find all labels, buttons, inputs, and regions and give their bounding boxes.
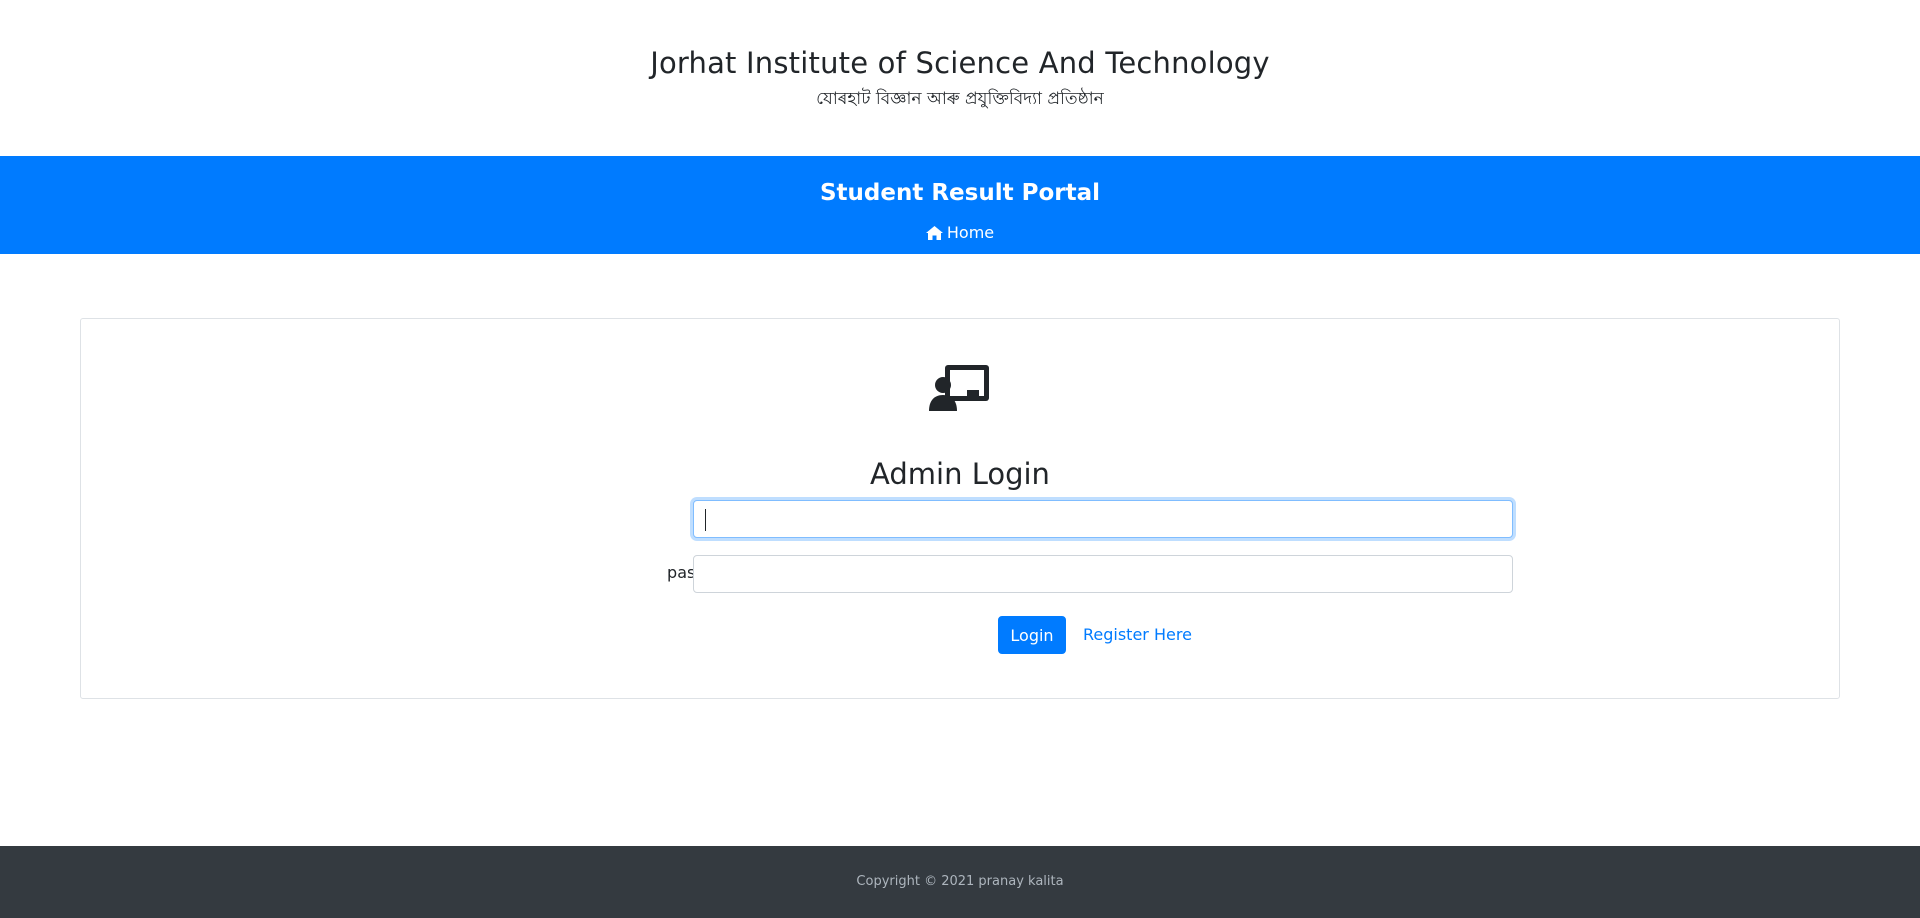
site-header: Jorhat Institute of Science And Technolo… — [0, 0, 1920, 156]
home-link-content[interactable]: Home — [925, 223, 995, 242]
login-button[interactable]: Login — [998, 616, 1066, 654]
home-label: Home — [946, 223, 995, 242]
copyright-text: Copyright © 2021 pranay kalita — [856, 874, 1064, 889]
admin-login-heading: Admin Login — [870, 457, 1050, 491]
institute-subtitle: যোৰহাট বিজ্ঞান আৰু প্ৰযুক্তিবিদ্যা প্ৰতি… — [816, 89, 1104, 109]
page: Jorhat Institute of Science And Technolo… — [0, 0, 1920, 918]
email-field[interactable] — [693, 500, 1513, 538]
institute-title: Jorhat Institute of Science And Technolo… — [650, 46, 1270, 80]
password-field[interactable] — [693, 555, 1513, 593]
site-footer: Copyright © 2021 pranay kalita — [0, 846, 1920, 918]
portal-title: Student Result Portal — [819, 180, 1101, 206]
home-link[interactable]: Home — [0, 223, 1920, 244]
chalkboard-teacher-icon — [929, 363, 991, 413]
text-cursor — [705, 509, 706, 531]
register-link[interactable]: Register Here — [1083, 625, 1192, 644]
login-card: Admin Login Email password Login Registe… — [80, 318, 1840, 699]
home-icon — [925, 225, 943, 240]
